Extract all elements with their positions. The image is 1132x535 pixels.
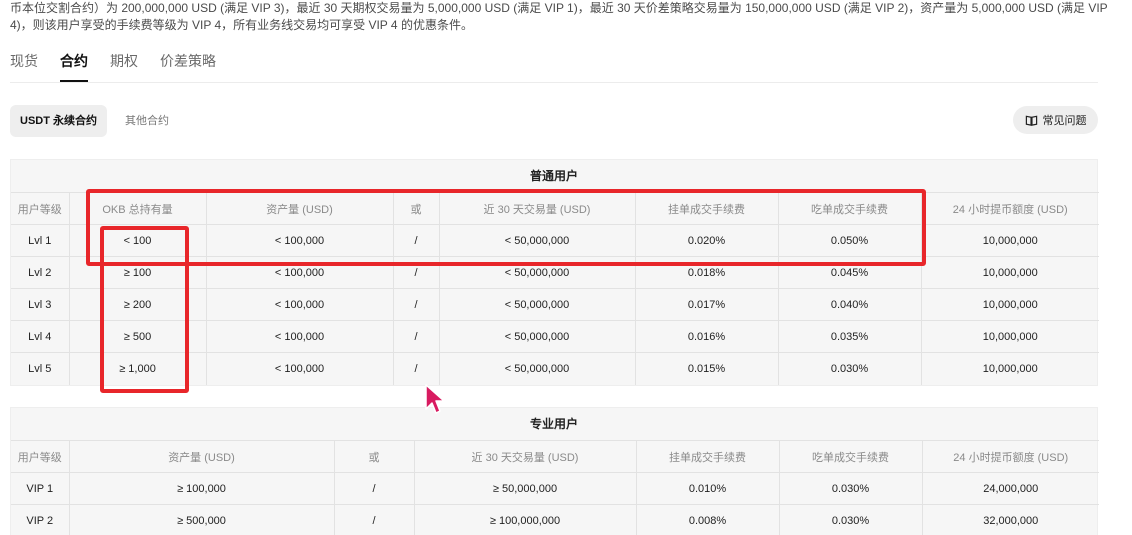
table-cell: / bbox=[392, 224, 439, 257]
table-row: Lvl 3 ≥ 200 < 100,000 / < 50,000,000 0.0… bbox=[11, 288, 1099, 321]
table-cell: 0.040% bbox=[777, 288, 921, 321]
column-header: 或 bbox=[392, 192, 439, 225]
table-row: Lvl 5 ≥ 1,000 < 100,000 / < 50,000,000 0… bbox=[11, 352, 1099, 385]
table-cell: < 100 bbox=[68, 224, 206, 257]
table-row: VIP 1 ≥ 100,000 / ≥ 50,000,000 0.010% 0.… bbox=[11, 472, 1099, 505]
column-header: 挂单成交手续费 bbox=[634, 192, 778, 225]
column-header: 24 小时提币额度 (USD) bbox=[920, 192, 1099, 225]
pro-users-title: 专业用户 bbox=[529, 417, 578, 431]
tab-contracts[interactable]: 合约 bbox=[60, 52, 88, 82]
table-cell: 10,000,000 bbox=[920, 256, 1099, 289]
table-cell: Lvl 1 bbox=[11, 224, 69, 257]
table-cell: 0.035% bbox=[777, 320, 921, 353]
table-cell: 0.008% bbox=[635, 504, 779, 535]
pro-users-panel: 专业用户 用户等级 资产量 (USD) 或 近 30 天交易量 (USD) 挂单… bbox=[10, 407, 1099, 535]
table-cell: < 50,000,000 bbox=[438, 224, 635, 257]
column-header: OKB 总持有量 bbox=[68, 192, 206, 225]
intro-paragraph: 币本位交割合约）为 200,000,000 USD (满足 VIP 3)，最近 … bbox=[10, 1, 1108, 32]
table-cell: Lvl 2 bbox=[11, 256, 69, 289]
table-cell: < 100,000 bbox=[205, 224, 393, 257]
table-header-row: 用户等级 资产量 (USD) 或 近 30 天交易量 (USD) 挂单成交手续费… bbox=[11, 440, 1099, 473]
table-cell: < 100,000 bbox=[205, 288, 393, 321]
table-cell: < 100,000 bbox=[205, 320, 393, 353]
column-header: 资产量 (USD) bbox=[205, 192, 393, 225]
table-cell: < 50,000,000 bbox=[438, 320, 635, 353]
table-cell: ≥ 500 bbox=[68, 320, 206, 353]
column-header: 近 30 天交易量 (USD) bbox=[438, 192, 635, 225]
column-header: 用户等级 bbox=[11, 440, 69, 473]
column-header: 或 bbox=[333, 440, 414, 473]
tab-options[interactable]: 期权 bbox=[110, 52, 138, 82]
table-cell: < 50,000,000 bbox=[438, 288, 635, 321]
table-cell: < 100,000 bbox=[205, 256, 393, 289]
table-cell: < 50,000,000 bbox=[438, 256, 635, 289]
table-cell: < 50,000,000 bbox=[438, 352, 635, 385]
tabs-divider bbox=[10, 82, 1098, 83]
table-cell: ≥ 100,000,000 bbox=[413, 504, 636, 535]
table-cell: 0.020% bbox=[634, 224, 778, 257]
table-cell: 0.050% bbox=[777, 224, 921, 257]
regular-users-title: 普通用户 bbox=[529, 169, 578, 183]
product-tabs: 现货 合约 期权 价差策略 bbox=[10, 52, 216, 82]
table-row: Lvl 2 ≥ 100 < 100,000 / < 50,000,000 0.0… bbox=[11, 256, 1099, 289]
column-header: 吃单成交手续费 bbox=[778, 440, 922, 473]
subtab-usdt-perpetual[interactable]: USDT 永续合约 bbox=[10, 105, 107, 137]
column-header: 24 小时提币额度 (USD) bbox=[921, 440, 1099, 473]
table-cell: 24,000,000 bbox=[921, 472, 1099, 505]
table-row: Lvl 4 ≥ 500 < 100,000 / < 50,000,000 0.0… bbox=[11, 320, 1099, 353]
table-cell: ≥ 200 bbox=[68, 288, 206, 321]
column-header: 资产量 (USD) bbox=[68, 440, 334, 473]
table-row: VIP 2 ≥ 500,000 / ≥ 100,000,000 0.008% 0… bbox=[11, 504, 1099, 535]
table-cell: 32,000,000 bbox=[921, 504, 1099, 535]
tab-spot[interactable]: 现货 bbox=[10, 52, 38, 82]
tab-spread-strategy[interactable]: 价差策略 bbox=[160, 52, 216, 82]
table-cell: ≥ 1,000 bbox=[68, 352, 206, 385]
table-header-row: 用户等级 OKB 总持有量 资产量 (USD) 或 近 30 天交易量 (USD… bbox=[11, 192, 1099, 225]
table-cell: VIP 1 bbox=[11, 472, 69, 505]
table-cell: 0.045% bbox=[777, 256, 921, 289]
mouse-cursor-icon bbox=[425, 384, 445, 414]
table-cell: 10,000,000 bbox=[920, 288, 1099, 321]
table-cell: ≥ 100 bbox=[68, 256, 206, 289]
pro-users-table: 用户等级 资产量 (USD) 或 近 30 天交易量 (USD) 挂单成交手续费… bbox=[11, 440, 1099, 535]
column-header: 近 30 天交易量 (USD) bbox=[413, 440, 636, 473]
table-cell: / bbox=[392, 320, 439, 353]
table-cell: 0.030% bbox=[778, 472, 922, 505]
faq-label: 常见问题 bbox=[1042, 115, 1087, 127]
contract-subtabs: USDT 永续合约 其他合约 bbox=[10, 105, 179, 137]
table-cell: / bbox=[392, 256, 439, 289]
table-cell: 10,000,000 bbox=[920, 224, 1099, 257]
table-cell: < 100,000 bbox=[205, 352, 393, 385]
table-cell: / bbox=[392, 288, 439, 321]
table-cell: 0.010% bbox=[635, 472, 779, 505]
table-cell: 0.017% bbox=[634, 288, 778, 321]
table-cell: / bbox=[392, 352, 439, 385]
table-cell: 10,000,000 bbox=[920, 320, 1099, 353]
column-header: 用户等级 bbox=[11, 192, 69, 225]
regular-users-table: 用户等级 OKB 总持有量 资产量 (USD) 或 近 30 天交易量 (USD… bbox=[11, 192, 1099, 385]
table-row: Lvl 1 < 100 < 100,000 / < 50,000,000 0.0… bbox=[11, 224, 1099, 257]
table-cell: 10,000,000 bbox=[920, 352, 1099, 385]
table-cell: 0.030% bbox=[778, 504, 922, 535]
subtab-other-contracts[interactable]: 其他合约 bbox=[115, 105, 179, 137]
regular-users-panel: 普通用户 用户等级 OKB 总持有量 资产量 (USD) 或 近 30 天交易量… bbox=[10, 159, 1099, 386]
column-header: 吃单成交手续费 bbox=[777, 192, 921, 225]
faq-button[interactable]: 常见问题 bbox=[1013, 106, 1098, 134]
table-cell: Lvl 4 bbox=[11, 320, 69, 353]
table-cell: 0.015% bbox=[634, 352, 778, 385]
table-cell: ≥ 100,000 bbox=[68, 472, 334, 505]
table-cell: / bbox=[333, 504, 414, 535]
column-header: 挂单成交手续费 bbox=[635, 440, 779, 473]
table-cell: 0.030% bbox=[777, 352, 921, 385]
table-cell: 0.016% bbox=[634, 320, 778, 353]
table-cell: Lvl 3 bbox=[11, 288, 69, 321]
table-cell: ≥ 50,000,000 bbox=[413, 472, 636, 505]
table-cell: / bbox=[333, 472, 414, 505]
table-cell: ≥ 500,000 bbox=[68, 504, 334, 535]
table-cell: Lvl 5 bbox=[11, 352, 69, 385]
table-cell: 0.018% bbox=[634, 256, 778, 289]
book-icon bbox=[1025, 115, 1037, 126]
table-cell: VIP 2 bbox=[11, 504, 69, 535]
